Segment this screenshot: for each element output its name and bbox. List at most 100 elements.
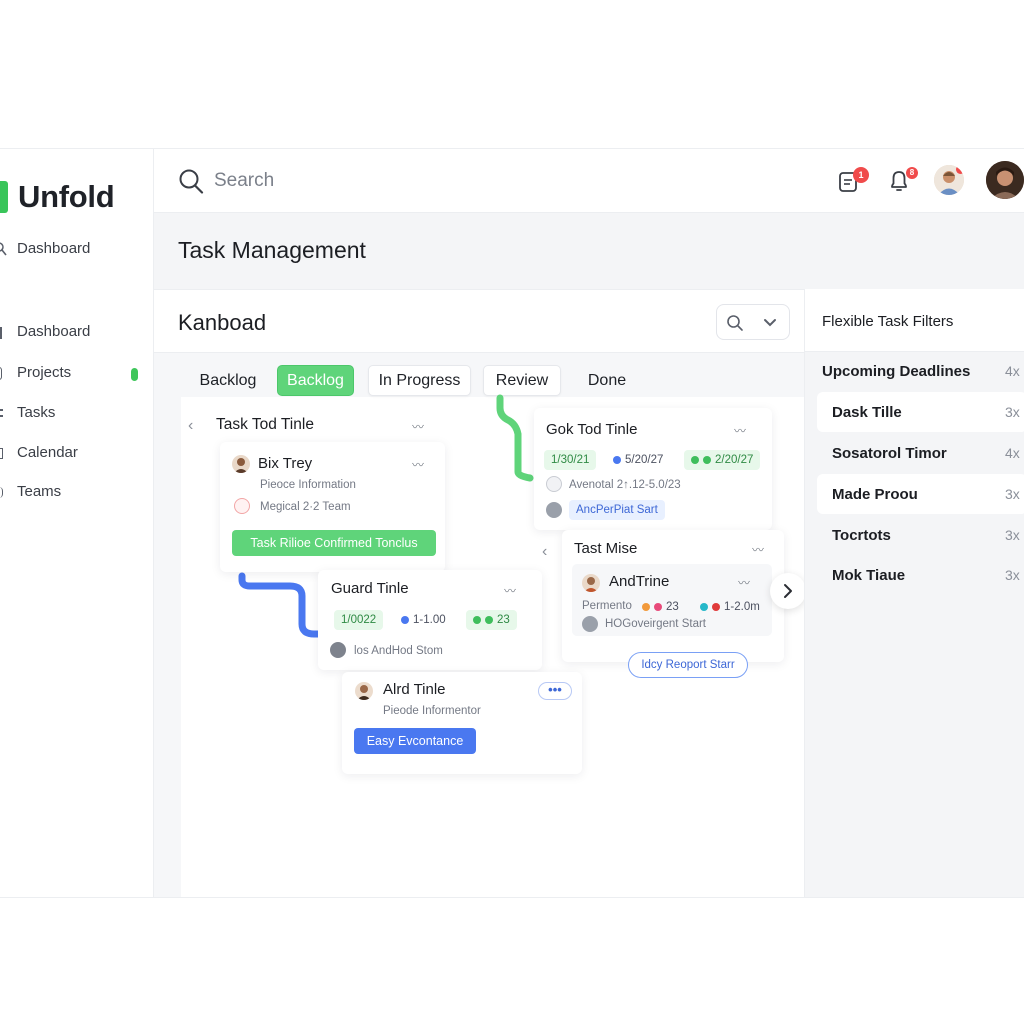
team-icon xyxy=(234,498,250,514)
logo-mark xyxy=(0,181,8,213)
more-options-icon[interactable]: ••• xyxy=(538,682,572,700)
sidebar-item-label: Teams xyxy=(17,483,62,500)
filter-row[interactable]: Upcoming Deadlines 4x xyxy=(805,351,1020,391)
filter-count: 4x xyxy=(1005,363,1020,379)
status-dot xyxy=(131,368,138,381)
filter-label: Sosatorol Timor xyxy=(832,444,947,462)
card-title: Alrd Tinle xyxy=(383,681,446,698)
accept-button[interactable]: Easy Evcontance xyxy=(354,728,476,754)
assignee-role: Permento xyxy=(582,600,632,612)
date-text: 1/30/21 xyxy=(551,454,590,466)
task-card-bix-trey[interactable]: Bix Trey 〰 Pieoce Information Megical 2·… xyxy=(220,442,445,572)
logo: Unfold xyxy=(0,179,115,215)
avatar-icon xyxy=(582,574,600,592)
card-team: Megical 2·2 Team xyxy=(260,501,351,513)
filter-row[interactable]: Made Proou 3x xyxy=(817,474,1024,514)
app-window: Unfold Dashboard Dashboard Projects Task… xyxy=(0,148,1024,898)
filter-row[interactable]: Dask Tille 3x xyxy=(817,392,1024,432)
search-icon xyxy=(179,169,204,194)
task-card-guard-tinle[interactable]: Guard Tinle 〰 1/0022 1-1.00 23 los AndHo… xyxy=(318,570,542,670)
user-icon xyxy=(546,502,562,518)
green-dot-icon xyxy=(473,616,481,624)
date-pill: 5/20/27 xyxy=(606,450,670,470)
task-card-gok-tod-tinle[interactable]: Gok Tod Tinle 〰 1/30/21 5/20/27 2/20/27 … xyxy=(534,408,772,530)
report-start-button[interactable]: Idcy Reoport Starr xyxy=(628,652,748,678)
user-avatar-image xyxy=(986,161,1024,199)
user-icon xyxy=(582,616,598,632)
count-text: 23 xyxy=(497,614,510,626)
green-dot-icon xyxy=(691,456,699,464)
next-button[interactable] xyxy=(770,573,806,609)
more-icon[interactable]: 〰 xyxy=(412,456,424,473)
notifications-button[interactable]: 8 xyxy=(884,165,918,197)
card-subtitle: Pieoce Information xyxy=(260,479,356,491)
card-title: Bix Trey xyxy=(258,455,313,472)
chevron-left-icon[interactable]: ‹ xyxy=(542,543,547,561)
card-title: Guard Tinle xyxy=(331,580,409,597)
more-icon[interactable]: 〰 xyxy=(738,574,750,591)
clipboard-button[interactable]: 1 xyxy=(834,165,869,197)
filter-count: 3x xyxy=(1005,527,1020,543)
filters-panel: Flexible Task Filters Upcoming Deadlines… xyxy=(804,289,1024,897)
more-icon[interactable]: 〰 xyxy=(504,582,516,599)
sidebar-item-label: Tasks xyxy=(17,404,56,421)
bell-badge: 8 xyxy=(906,167,918,179)
filter-row[interactable]: Mok Tiaue 3x xyxy=(817,555,1024,595)
avatar[interactable] xyxy=(934,165,964,195)
card-footer: los AndHod Stom xyxy=(354,645,443,657)
avatar-icon xyxy=(355,682,373,700)
sidebar-item-projects[interactable]: Projects xyxy=(0,364,71,381)
more-icon[interactable]: 〰 xyxy=(734,422,746,439)
confirm-button[interactable]: Task Rilioe Confirmed Tonclus xyxy=(232,530,436,556)
task-card-tast-mise[interactable]: Tast Mise 〰 AndTrine 〰 Permento 23 1-2.0… xyxy=(562,530,784,662)
green-dot-icon xyxy=(485,616,493,624)
blue-dot-icon xyxy=(401,616,409,624)
more-icon[interactable]: 〰 xyxy=(752,541,764,558)
sidebar-item-label: Dashboard xyxy=(17,323,91,340)
range-pill: 1-2.0m xyxy=(696,597,764,617)
filter-label: Made Proou xyxy=(832,485,918,503)
card-subtitle: Pieode Informentor xyxy=(383,705,481,717)
date-text: 5/20/27 xyxy=(625,454,664,466)
filter-row[interactable]: Sosatorol Timor 4x xyxy=(817,433,1024,473)
filter-count: 3x xyxy=(1005,567,1020,583)
filters-header: Flexible Task Filters xyxy=(805,289,1024,352)
sidebar-item-label: Projects xyxy=(17,364,72,381)
filter-label: Upcoming Deadlines xyxy=(822,362,971,380)
more-icon[interactable]: 〰 xyxy=(412,418,424,435)
sidebar-item-label: Calendar xyxy=(17,444,78,461)
blue-dot-icon xyxy=(613,456,621,464)
sidebar-item-calendar[interactable]: Calendar xyxy=(0,444,78,461)
search-input[interactable] xyxy=(214,167,514,195)
sidebar-item-teams[interactable]: Teams xyxy=(0,483,61,500)
filter-count: 4x xyxy=(1005,445,1020,461)
tag-text: AncPerРіаt Sart xyxy=(576,504,658,516)
kanban-board: Kanboad Backlog Backlog In Progress Revi… xyxy=(154,289,806,897)
clock-icon xyxy=(546,476,562,492)
calendar-icon xyxy=(0,446,10,460)
orange-dot-icon xyxy=(642,603,650,611)
card-title: Gok Tod Tinle xyxy=(546,421,638,438)
task-card-alrd-tinle[interactable]: Alrd Tinle ••• Pieode Informentor Easy E… xyxy=(342,672,582,774)
sidebar-item-dashboard[interactable]: Dashboard xyxy=(0,323,90,340)
sidebar-top-dashboard[interactable]: Dashboard xyxy=(0,240,90,257)
count-pill: 23 xyxy=(466,610,517,630)
green-dot-icon xyxy=(703,456,711,464)
topbar: 1 8 xyxy=(154,149,1024,213)
date-pill: 1/0022 xyxy=(334,610,384,630)
pink-dot-icon xyxy=(654,603,662,611)
search-icon xyxy=(0,241,7,255)
date-pill: 2/20/27 xyxy=(684,450,761,470)
date-text: 2/20/27 xyxy=(715,454,754,466)
chevron-right-icon xyxy=(784,584,792,598)
sidebar-item-tasks[interactable]: Tasks xyxy=(0,404,55,421)
user-avatar[interactable] xyxy=(986,161,1024,199)
page-title: Task Management xyxy=(178,237,366,263)
chevron-left-icon[interactable]: ‹ xyxy=(188,417,193,435)
app-name: Unfold xyxy=(18,179,115,214)
card-meta: Avenotal 2↑.12-5.0/23 xyxy=(569,479,681,491)
filters-title: Flexible Task Filters xyxy=(822,313,954,330)
teal-dot-icon xyxy=(700,603,708,611)
filter-row[interactable]: Tocrtots 3x xyxy=(817,515,1024,555)
filter-count: 3x xyxy=(1005,404,1020,420)
